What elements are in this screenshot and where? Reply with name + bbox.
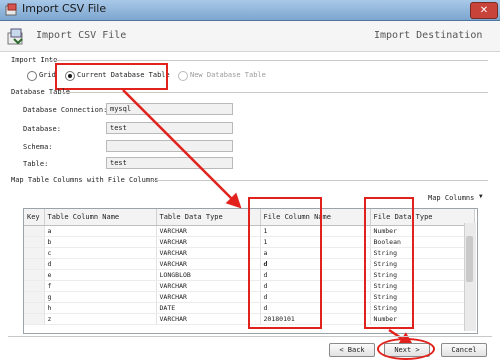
annotation-arrows <box>122 89 415 347</box>
arrow-to-file-column <box>122 89 242 209</box>
cancel-button[interactable]: Cancel <box>441 343 487 357</box>
divider <box>8 336 492 337</box>
back-button[interactable]: < Back <box>329 343 375 357</box>
highlight-next <box>377 338 435 360</box>
